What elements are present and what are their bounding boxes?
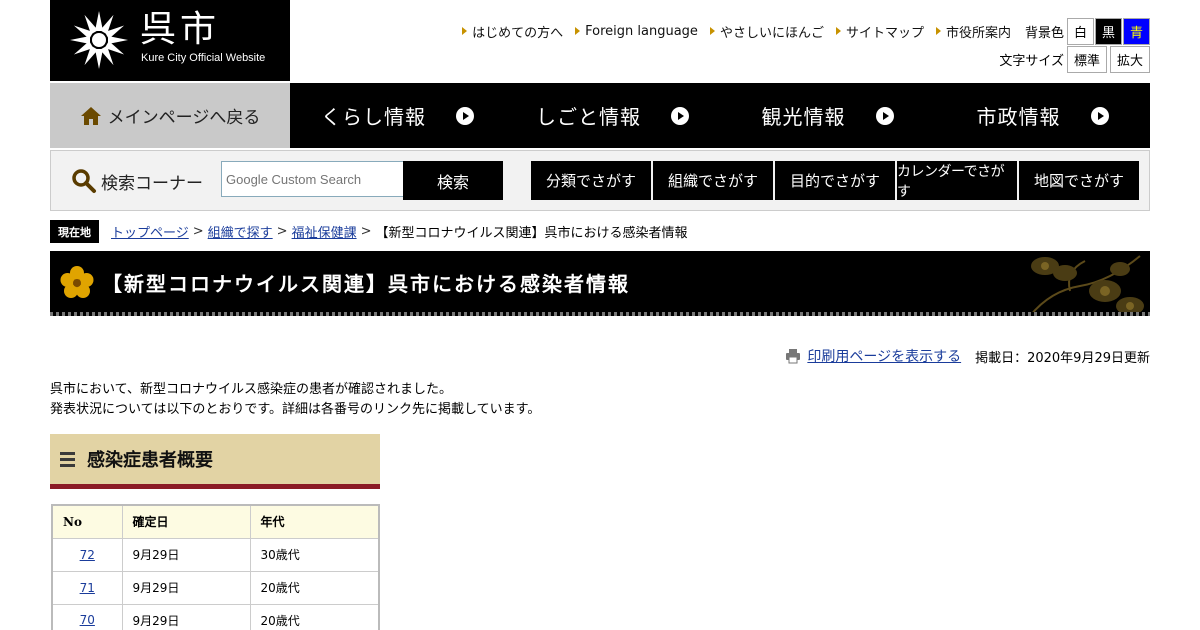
col-no: No [51,504,123,539]
search-by-purpose-button[interactable]: 目的でさがす [775,161,895,200]
nav-home[interactable]: メインページへ戻る [50,83,290,148]
table-cell: 20歳代 [249,603,380,630]
search-button[interactable]: 検索 [403,161,503,200]
arrow-circle-icon [456,106,474,125]
search-categories: 分類でさがす 組織でさがす 目的でさがす カレンダーでさがす 地図でさがす [531,161,1141,200]
current-location-label: 現在地 [50,220,99,243]
site-name: 呉市 [140,9,221,50]
home-icon [80,106,101,125]
nav-tourism[interactable]: 観光情報 [720,83,935,148]
printer-icon [786,349,801,364]
table-cell: 20歳代 [249,570,380,605]
section-heading: 感染症患者概要 [50,434,380,489]
link-sitemap[interactable]: サイトマップ [835,22,924,41]
nav-work[interactable]: しごと情報 [505,83,720,148]
link-foreign-language[interactable]: Foreign language [575,24,698,39]
flower-emblem-icon [60,266,94,298]
arrow-right-icon [835,27,841,35]
bg-black-button[interactable]: 黒 [1095,17,1122,45]
dashed-divider [50,312,1150,316]
breadcrumb-link-welfare[interactable]: 福祉保健課 [292,222,357,241]
page-title-banner: 【新型コロナウイルス関連】呉市における感染者情報 [50,251,1150,316]
search-by-organization-button[interactable]: 組織でさがす [653,161,773,200]
intro-text: 呉市において、新型コロナウイルス感染症の患者が確認されました。 発表状況について… [50,382,541,417]
nav-living[interactable]: くらし情報 [290,83,505,148]
page-title: 【新型コロナウイルス関連】呉市における感染者情報 [102,272,630,296]
decorative-flower-image [1029,255,1144,316]
site-logo[interactable]: 呉市 Kure City Official Website [50,0,290,81]
text-size-large-button[interactable]: 拡大 [1109,45,1150,73]
col-date: 確定日 [121,504,251,539]
page-meta: 印刷用ページを表示する 掲載日：2020年9月29日更新 [785,346,1150,366]
search-label: 検索コーナー [71,168,203,194]
text-size-standard-button[interactable]: 標準 [1066,45,1107,73]
arrow-right-icon [935,27,941,35]
nav-city-government[interactable]: 市政情報 [935,83,1150,148]
link-city-hall[interactable]: 市役所案内 [935,22,1011,41]
link-easy-japanese[interactable]: やさしいにほんご [709,22,824,41]
col-age: 年代 [249,504,380,539]
text-size-label: 文字サイズ [999,53,1064,69]
table-cell: 9月29日 [121,570,251,605]
table-header-row: No 確定日 年代 [51,504,380,539]
print-page-link[interactable]: 印刷用ページを表示する [807,346,961,366]
case-link[interactable]: 72 [80,548,95,562]
bg-color-label: 背景色 [1024,25,1064,41]
link-first-time[interactable]: はじめての方へ [462,22,563,41]
arrow-circle-icon [1090,106,1109,125]
arrow-right-icon [709,27,715,35]
arrow-right-icon [575,27,581,35]
patients-table: No 確定日 年代 72 9月29日 30歳代 71 9月29日 20歳代 70… [51,504,380,630]
breadcrumb: 現在地 トップページ > 組織で探す > 福祉保健課 > 【新型コロナウイルス関連】呉… [50,220,688,243]
search-bar: 検索コーナー 検索 分類でさがす 組織でさがす 目的でさがす カレンダーでさがす… [50,150,1150,211]
main-nav: メインページへ戻る くらし情報 しごと情報 観光情報 市政情報 [50,83,1150,148]
search-icon [72,169,96,193]
kure-city-emblem-icon [70,11,128,69]
site-subtitle: Kure City Official Website [141,52,266,64]
breadcrumb-link-organization[interactable]: 組織で探す [208,222,273,241]
text-size-controls: 文字サイズ 標準 拡大 [999,45,1150,73]
case-link[interactable]: 71 [80,581,95,595]
utility-links: はじめての方へ Foreign language やさしいにほんご サイトマップ… [450,17,1150,45]
bg-blue-button[interactable]: 青 [1123,17,1150,45]
hamburger-icon [60,449,75,470]
arrow-circle-icon [875,106,894,125]
search-by-map-button[interactable]: 地図でさがす [1019,161,1139,200]
table-cell: 30歳代 [249,537,380,572]
arrow-right-icon [462,27,468,35]
breadcrumb-link-top[interactable]: トップページ [111,222,189,241]
search-by-calendar-button[interactable]: カレンダーでさがす [897,161,1017,200]
posted-date: 掲載日：2020年9月29日更新 [975,350,1150,366]
search-input[interactable] [221,161,404,197]
breadcrumb-current: 【新型コロナウイルス関連】呉市における感染者情報 [375,226,688,241]
case-link[interactable]: 70 [80,613,95,627]
bg-white-button[interactable]: 白 [1067,17,1094,45]
table-cell: 9月29日 [121,537,251,572]
table-row: 70 9月29日 20歳代 [51,603,380,630]
table-row: 72 9月29日 30歳代 [51,537,380,572]
search-by-category-button[interactable]: 分類でさがす [531,161,651,200]
table-row: 71 9月29日 20歳代 [51,570,380,605]
table-cell: 9月29日 [121,603,251,630]
arrow-circle-icon [671,106,689,125]
